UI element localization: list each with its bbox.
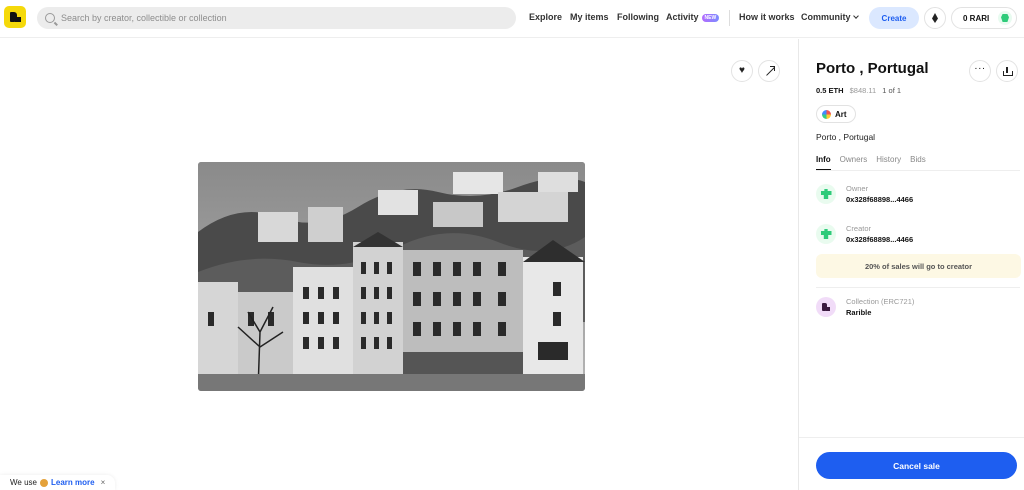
cookie-banner: We use Learn more × bbox=[0, 475, 116, 490]
search-bar[interactable] bbox=[37, 7, 516, 29]
search-icon bbox=[45, 13, 55, 23]
price-eth: 0.5 ETH bbox=[816, 86, 844, 95]
artwork-image[interactable] bbox=[198, 162, 585, 391]
new-badge: NEW bbox=[701, 13, 720, 22]
fullscreen-button[interactable] bbox=[758, 60, 780, 82]
nav-my-items[interactable]: My items bbox=[570, 12, 609, 22]
avatar-icon bbox=[820, 229, 832, 239]
collection-row[interactable]: Collection (ERC721) Rarible bbox=[816, 297, 914, 317]
nav-activity-label: Activity bbox=[666, 12, 699, 22]
expand-icon bbox=[765, 65, 775, 76]
tabs-divider bbox=[816, 170, 1020, 171]
network-button[interactable] bbox=[924, 7, 946, 29]
artwork-photo bbox=[198, 162, 585, 391]
tab-info[interactable]: Info bbox=[816, 155, 831, 170]
nav-community[interactable]: Community bbox=[801, 12, 859, 22]
tab-owners[interactable]: Owners bbox=[840, 155, 868, 170]
creator-address: 0x328f68898...4466 bbox=[846, 235, 914, 244]
tab-history[interactable]: History bbox=[876, 155, 901, 170]
cookie-icon bbox=[39, 478, 48, 487]
item-title: Porto , Portugal bbox=[816, 60, 929, 77]
collection-avatar bbox=[816, 297, 836, 317]
owner-address: 0x328f68898...4466 bbox=[846, 195, 914, 204]
rarible-logo-mark bbox=[9, 12, 21, 22]
create-button[interactable]: Create bbox=[869, 7, 919, 29]
close-icon[interactable]: × bbox=[101, 478, 106, 487]
creator-avatar bbox=[816, 224, 836, 244]
wallet-balance: 0 RARI bbox=[963, 13, 990, 23]
collection-label: Collection (ERC721) bbox=[846, 297, 915, 306]
creator-row[interactable]: Creator 0x328f68898...4466 bbox=[816, 224, 913, 244]
owner-label: Owner bbox=[846, 184, 869, 193]
owner-avatar bbox=[816, 184, 836, 204]
chevron-down-icon bbox=[852, 13, 859, 19]
section-divider bbox=[816, 287, 1020, 288]
top-navigation: Explore My items Following ActivityNEW H… bbox=[0, 0, 1024, 38]
more-options-button[interactable]: ··· bbox=[969, 60, 991, 82]
nav-activity[interactable]: Activity NEW bbox=[666, 12, 720, 22]
tab-bids[interactable]: Bids bbox=[910, 155, 926, 170]
item-description: Porto , Portugal bbox=[816, 132, 876, 142]
owner-row[interactable]: Owner 0x328f68898...4466 bbox=[816, 184, 913, 204]
creator-label: Creator bbox=[846, 224, 872, 233]
action-divider bbox=[799, 437, 1024, 438]
nav-community-label: Community bbox=[801, 12, 851, 22]
artwork-viewer: ♥ We use Learn more × bbox=[0, 39, 797, 490]
user-avatar bbox=[998, 11, 1012, 25]
royalty-notice: 20% of sales will go to creator bbox=[816, 254, 1021, 278]
collection-name: Rarible bbox=[846, 308, 872, 317]
avatar-icon bbox=[1001, 14, 1009, 22]
palette-icon bbox=[822, 109, 831, 119]
share-button[interactable] bbox=[996, 60, 1018, 82]
price-usd: $848.11 bbox=[849, 86, 877, 95]
avatar-icon bbox=[820, 189, 832, 199]
category-tag[interactable]: Art bbox=[816, 105, 856, 123]
category-label: Art bbox=[835, 109, 847, 119]
edition-count: 1 of 1 bbox=[882, 86, 902, 95]
learn-more-link[interactable]: Learn more bbox=[51, 478, 95, 487]
nav-explore[interactable]: Explore bbox=[529, 12, 562, 22]
search-input[interactable] bbox=[61, 13, 481, 23]
wallet-button[interactable]: 0 RARI bbox=[951, 7, 1017, 29]
ethereum-icon bbox=[932, 13, 938, 23]
rarible-collection-icon bbox=[822, 303, 830, 311]
share-icon bbox=[1003, 66, 1013, 76]
rarible-logo[interactable] bbox=[4, 6, 26, 28]
nav-following[interactable]: Following bbox=[617, 12, 659, 22]
cancel-sale-button[interactable]: Cancel sale bbox=[816, 452, 1017, 479]
details-tabs: Info Owners History Bids bbox=[816, 155, 926, 170]
price-row: 0.5 ETH $848.11 1 of 1 bbox=[816, 86, 901, 95]
cookie-text: We use bbox=[10, 478, 37, 487]
nav-how-it-works[interactable]: How it works bbox=[739, 12, 795, 22]
heart-icon: ♥ bbox=[739, 65, 745, 76]
like-button[interactable]: ♥ bbox=[731, 60, 753, 82]
nav-divider bbox=[729, 10, 730, 26]
item-details-panel: Porto , Portugal ··· 0.5 ETH $848.11 1 o… bbox=[798, 39, 1024, 490]
